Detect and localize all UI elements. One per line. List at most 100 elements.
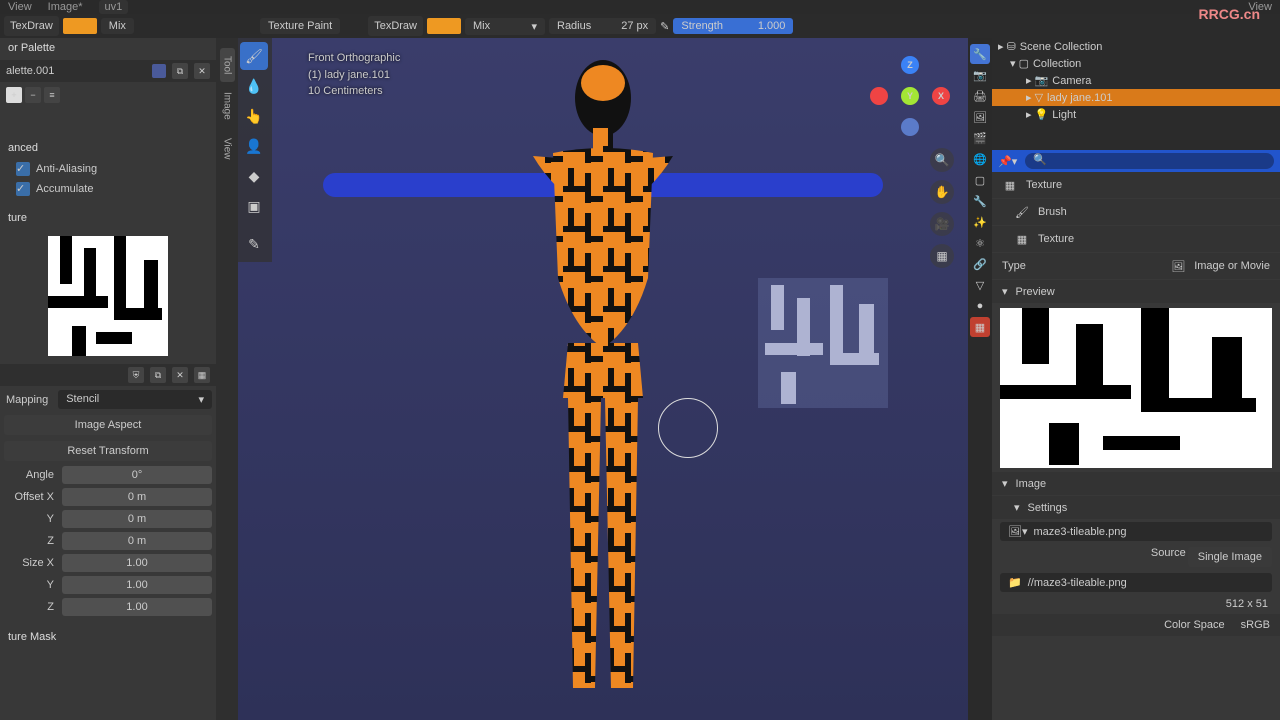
- texture-selector[interactable]: ⛨ ⧉ ✕ ▦: [0, 364, 216, 386]
- tab-data[interactable]: ▽: [970, 275, 990, 295]
- outliner-collection[interactable]: ▾ ▢Collection: [992, 55, 1280, 72]
- nav-gizmo[interactable]: Z Y X: [870, 56, 950, 136]
- reset-transform-button[interactable]: Reset Transform: [4, 441, 212, 461]
- pin-icon[interactable]: 📌▾: [998, 155, 1017, 168]
- ortho-toggle-icon[interactable]: ▦: [930, 244, 954, 268]
- menu-view-2[interactable]: View: [1248, 1, 1272, 13]
- offset-z-value[interactable]: 0 m: [62, 532, 212, 550]
- type-dropdown[interactable]: Image or Movie: [1194, 260, 1270, 272]
- brush-texture-field-2[interactable]: TexDraw: [368, 16, 423, 36]
- camera-view-icon[interactable]: 🎥: [930, 212, 954, 236]
- angle-label: Angle: [4, 466, 60, 484]
- tab-view-layer[interactable]: 🖼: [970, 107, 990, 127]
- blend-mode-1[interactable]: Mix: [101, 18, 134, 34]
- remove-swatch-icon[interactable]: −: [25, 87, 41, 103]
- draw-tool[interactable]: 🖌: [240, 42, 268, 70]
- clone-tool[interactable]: 👤: [240, 132, 268, 160]
- tab-output[interactable]: 🖨: [970, 86, 990, 106]
- offset-y-value[interactable]: 0 m: [62, 510, 212, 528]
- tool-strip: 🖌 💧 👆 👤 ◆ ▣ ✎: [238, 38, 272, 262]
- uv-field[interactable]: uv1: [99, 0, 129, 14]
- palette-unlink-icon[interactable]: ✕: [194, 63, 210, 79]
- anti-aliasing-checkbox[interactable]: ✓Anti-Aliasing: [0, 160, 216, 178]
- tab-image[interactable]: Image: [220, 84, 235, 128]
- fake-user-icon[interactable]: [152, 64, 166, 78]
- soften-tool[interactable]: 💧: [240, 72, 268, 100]
- texture-swatch-1[interactable]: [63, 18, 97, 34]
- outliner-light[interactable]: ▸ 💡Light: [992, 106, 1280, 123]
- texture-panel-header[interactable]: ture: [0, 208, 216, 228]
- blend-mode-2[interactable]: Mix▾: [465, 18, 545, 35]
- texture-new-icon[interactable]: ▦: [194, 367, 210, 383]
- tab-physics[interactable]: ⚛: [970, 233, 990, 253]
- tab-object[interactable]: ▢: [970, 170, 990, 190]
- size-x-value[interactable]: 1.00: [62, 554, 212, 572]
- add-swatch-icon[interactable]: +: [6, 87, 22, 103]
- prop-texture-sub[interactable]: ▦Texture: [992, 226, 1280, 252]
- mask-tool[interactable]: ▣: [240, 192, 268, 220]
- size-z-label: Z: [4, 598, 60, 616]
- prop-brush[interactable]: 🖌Brush: [992, 199, 1280, 225]
- outliner-scene[interactable]: ▸ ⛁Scene Collection: [992, 38, 1280, 55]
- 3d-viewport[interactable]: Front Orthographic (1) lady jane.101 10 …: [238, 38, 968, 720]
- fill-tool[interactable]: ◆: [240, 162, 268, 190]
- smear-tool[interactable]: 👆: [240, 102, 268, 130]
- tab-view[interactable]: View: [220, 130, 235, 168]
- outliner-object-selected[interactable]: ▸ ▽lady jane.101: [992, 89, 1280, 106]
- menu-image[interactable]: Image*: [48, 1, 83, 13]
- zoom-icon[interactable]: 🔍: [930, 148, 954, 172]
- texture-thumbnail[interactable]: [48, 236, 168, 356]
- strength-field[interactable]: Strength 1.000: [673, 18, 793, 34]
- tab-render[interactable]: 📷: [970, 65, 990, 85]
- advanced-header[interactable]: anced: [0, 138, 216, 158]
- texture-unlink-icon[interactable]: ✕: [172, 367, 188, 383]
- tab-active-tool[interactable]: 🔧: [970, 44, 990, 64]
- annotate-tool[interactable]: ✎: [240, 230, 268, 258]
- colorspace-row: Color Space sRGB: [992, 614, 1280, 636]
- angle-value[interactable]: 0°: [62, 466, 212, 484]
- prop-texture-header[interactable]: ▦Texture: [992, 172, 1280, 198]
- mode-dropdown[interactable]: Texture Paint: [260, 18, 340, 34]
- prop-image-header[interactable]: ▾Image: [992, 472, 1280, 495]
- tab-constraints[interactable]: 🔗: [970, 254, 990, 274]
- sort-icon[interactable]: ≡: [44, 87, 60, 103]
- brush-cursor: [658, 398, 718, 458]
- offset-y-label: Y: [4, 510, 60, 528]
- prop-settings-header[interactable]: ▾Settings: [992, 496, 1280, 519]
- tab-scene[interactable]: 🎬: [970, 128, 990, 148]
- image-name-field[interactable]: 🖼▾maze3-tileable.png: [1000, 522, 1272, 541]
- offset-x-value[interactable]: 0 m: [62, 488, 212, 506]
- tab-texture[interactable]: ▦: [970, 317, 990, 337]
- pen-pressure-icon[interactable]: ✎: [660, 20, 669, 33]
- property-search-input[interactable]: 🔍: [1025, 153, 1274, 169]
- mapping-dropdown[interactable]: Stencil▾: [58, 390, 212, 409]
- outliner-camera[interactable]: ▸ 📷Camera: [992, 72, 1280, 89]
- brush-texture-field[interactable]: TexDraw: [4, 16, 59, 36]
- size-z-value[interactable]: 1.00: [62, 598, 212, 616]
- image-path-field[interactable]: 📁//maze3-tileable.png: [1000, 573, 1272, 592]
- tab-material[interactable]: ●: [970, 296, 990, 316]
- tab-particles[interactable]: ✨: [970, 212, 990, 232]
- prop-preview-header[interactable]: ▾Preview: [992, 280, 1280, 303]
- tab-tool[interactable]: Tool: [220, 48, 235, 82]
- source-single-image[interactable]: Single Image: [1188, 547, 1272, 567]
- viewport-container: Tool Image View 🖌 💧 👆 👤 ◆ ▣ ✎ Front Orth…: [216, 38, 968, 720]
- image-aspect-button[interactable]: Image Aspect: [4, 415, 212, 435]
- texture-copy-icon[interactable]: ⧉: [150, 367, 166, 383]
- palette-selector[interactable]: alette.001 ⧉ ✕: [0, 60, 216, 82]
- colorspace-dropdown[interactable]: sRGB: [1241, 619, 1270, 631]
- property-search-row: 📌▾ 🔍: [992, 150, 1280, 172]
- accumulate-checkbox[interactable]: ✓Accumulate: [0, 180, 216, 198]
- size-y-value[interactable]: 1.00: [62, 576, 212, 594]
- offset-z-label: Z: [4, 532, 60, 550]
- tab-world[interactable]: 🌐: [970, 149, 990, 169]
- palette-copy-icon[interactable]: ⧉: [172, 63, 188, 79]
- pan-icon[interactable]: ✋: [930, 180, 954, 204]
- fake-user-icon[interactable]: ⛨: [128, 367, 144, 383]
- radius-field[interactable]: Radius 27 px: [549, 18, 656, 34]
- tab-modifier[interactable]: 🔧: [970, 191, 990, 211]
- menu-view-1[interactable]: View: [8, 1, 32, 13]
- color-palette-header[interactable]: or Palette: [0, 38, 216, 58]
- texture-swatch-2[interactable]: [427, 18, 461, 34]
- texture-mask-header[interactable]: ture Mask: [0, 627, 216, 647]
